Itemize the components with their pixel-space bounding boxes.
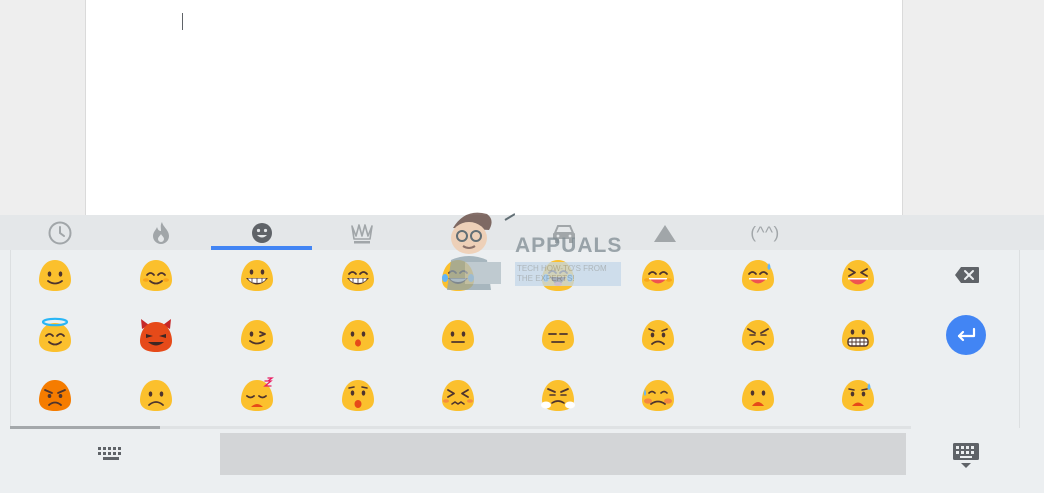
emoji-expressionless-face[interactable]: [540, 317, 576, 353]
emoji-slightly-smiling-face[interactable]: [37, 257, 73, 293]
document-page[interactable]: [85, 0, 903, 215]
space-bar[interactable]: [220, 433, 906, 475]
emoji-face-with-tears-of-joy-2[interactable]: [540, 257, 576, 293]
emoji-face-with-open-mouth[interactable]: [340, 317, 376, 353]
emoji-smiling-face-with-open-mouth-and-smiling-eyes[interactable]: [640, 257, 676, 293]
keyboard-hide-icon: [953, 443, 979, 468]
backspace-icon: [955, 267, 979, 283]
enter-icon: [957, 327, 976, 342]
backspace-key[interactable]: [947, 257, 987, 293]
emoji-anguished-face[interactable]: [740, 377, 776, 413]
flame-icon: [153, 221, 169, 244]
emoji-smiling-face-with-smiling-eyes[interactable]: [138, 257, 174, 293]
emoji-winking-face[interactable]: [239, 317, 275, 353]
tab-popular[interactable]: [111, 215, 211, 250]
emoji-grinning-face[interactable]: [239, 257, 275, 293]
keyboard-bottom-row: [0, 429, 1044, 493]
hide-keyboard-button[interactable]: [946, 439, 986, 473]
emoji-smiling-face-with-open-mouth-and-tightly-closed-eyes[interactable]: [840, 257, 876, 293]
enter-key[interactable]: [946, 315, 986, 355]
car-icon: [553, 224, 575, 243]
tab-smileys[interactable]: [211, 215, 312, 250]
emoji-face-with-look-of-triumph[interactable]: [540, 377, 576, 413]
emoji-smiling-face-with-open-mouth-and-cold-sweat[interactable]: [740, 257, 776, 293]
emoji-smiling-face-with-halo[interactable]: [37, 317, 73, 353]
clock-icon: [48, 221, 72, 244]
emoji-face-with-tears-of-joy[interactable]: [440, 257, 476, 293]
emoji-frowning-face[interactable]: [138, 377, 174, 413]
emoji-grid: [10, 250, 1020, 428]
emoji-grinning-face-with-smiling-eyes[interactable]: [340, 257, 376, 293]
switch-to-keyboard-button[interactable]: [90, 441, 132, 467]
emoji-keyboard: (^^): [0, 215, 1044, 493]
emoji-disappointed-but-relieved-face[interactable]: [640, 377, 676, 413]
smiley-icon: [251, 222, 272, 243]
emoji-category-bar: (^^): [0, 215, 1044, 250]
emoji-grimacing-face[interactable]: [840, 317, 876, 353]
emoji-sleepy-face[interactable]: [239, 377, 275, 413]
crown-icon: [351, 223, 373, 243]
tab-shapes[interactable]: [615, 215, 715, 250]
tab-symbols[interactable]: [312, 215, 412, 250]
triangle-icon: [654, 224, 676, 242]
emoji-neutral-face[interactable]: [440, 317, 476, 353]
keyboard-icon: [98, 447, 121, 460]
tab-travel[interactable]: [514, 215, 614, 250]
emoji-hushed-face[interactable]: [340, 377, 376, 413]
emoji-persevering-face[interactable]: [740, 317, 776, 353]
emoji-confused-face[interactable]: [640, 317, 676, 353]
emoji-face-with-open-mouth-and-cold-sweat[interactable]: [840, 377, 876, 413]
tab-emoticons[interactable]: (^^): [715, 215, 815, 250]
tab-recent[interactable]: [10, 215, 110, 250]
text-cursor: [182, 13, 183, 30]
emoji-smiling-face-with-horns[interactable]: [138, 317, 174, 353]
emoji-confounded-face[interactable]: [440, 377, 476, 413]
emoticons-tab-label: (^^): [750, 222, 780, 242]
emoji-pouting-face[interactable]: [37, 377, 73, 413]
